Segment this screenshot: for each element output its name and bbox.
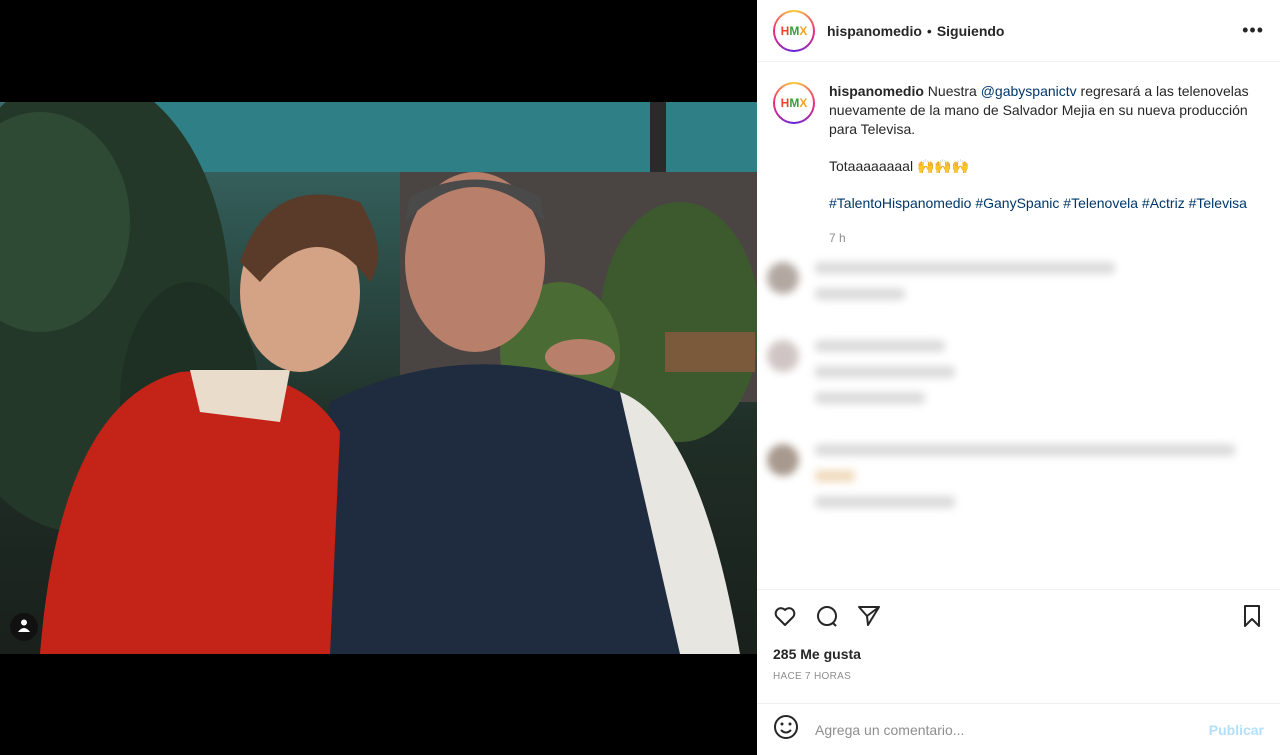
blurred-comments: [767, 262, 1267, 589]
post-photo[interactable]: [0, 102, 757, 654]
comment-input[interactable]: [815, 721, 1209, 738]
emoji-icon[interactable]: [773, 714, 799, 745]
comments-section: HMX hispanomedio Nuestra @gabyspanictv r…: [757, 62, 1280, 589]
heart-icon[interactable]: [773, 604, 797, 628]
avatar-letter-m: M: [789, 23, 800, 38]
publish-button[interactable]: Publicar: [1209, 722, 1264, 738]
follow-status-button[interactable]: Siguiendo: [937, 23, 1005, 39]
caption: HMX hispanomedio Nuestra @gabyspanictv r…: [773, 82, 1264, 248]
post-modal: HMX hispanomedio • Siguiendo ••• HMX his…: [0, 0, 1280, 755]
hashtag[interactable]: #TalentoHispanomedio: [829, 195, 971, 211]
user-tag-button[interactable]: [10, 613, 38, 641]
avatar[interactable]: HMX: [773, 9, 815, 52]
more-options-icon[interactable]: •••: [1242, 20, 1264, 41]
caption-avatar[interactable]: HMX: [773, 82, 815, 124]
post-header: HMX hispanomedio • Siguiendo •••: [757, 0, 1280, 62]
post-sidebar: HMX hispanomedio • Siguiendo ••• HMX his…: [757, 0, 1280, 755]
header-username[interactable]: hispanomedio: [827, 23, 922, 39]
caption-time: 7 h: [829, 231, 846, 245]
like-count[interactable]: 285 Me gusta: [757, 641, 1280, 667]
share-icon[interactable]: [857, 604, 881, 628]
comment-icon[interactable]: [815, 604, 839, 628]
avatar-letter-x: X: [799, 23, 808, 38]
caption-line2: Totaaaaaaaal 🙌🙌🙌: [829, 158, 970, 174]
hashtag[interactable]: #Televisa: [1189, 195, 1247, 211]
avatar-letter-x: X: [799, 96, 808, 110]
hashtag[interactable]: #Actriz: [1142, 195, 1185, 211]
user-tag-icon: [17, 618, 31, 637]
post-actions: [757, 589, 1280, 641]
hashtag[interactable]: #GanySpanic: [975, 195, 1059, 211]
separator-dot: •: [926, 22, 932, 39]
caption-mention[interactable]: @gabyspanictv: [981, 83, 1077, 99]
caption-hashtags: #TalentoHispanomedio #GanySpanic #Teleno…: [829, 194, 1264, 213]
bookmark-icon[interactable]: [1240, 604, 1264, 628]
caption-username[interactable]: hispanomedio: [829, 83, 924, 99]
add-comment-bar: Publicar: [757, 703, 1280, 755]
avatar-letter-m: M: [789, 96, 800, 110]
avatar-letter-h: H: [780, 23, 790, 38]
post-media: [0, 0, 757, 755]
avatar-letter-h: H: [780, 96, 790, 110]
post-timestamp: HACE 7 HORAS: [773, 671, 852, 682]
caption-text-before: Nuestra: [927, 83, 981, 99]
caption-text: hispanomedio Nuestra @gabyspanictv regre…: [829, 82, 1264, 248]
hashtag[interactable]: #Telenovela: [1063, 195, 1138, 211]
